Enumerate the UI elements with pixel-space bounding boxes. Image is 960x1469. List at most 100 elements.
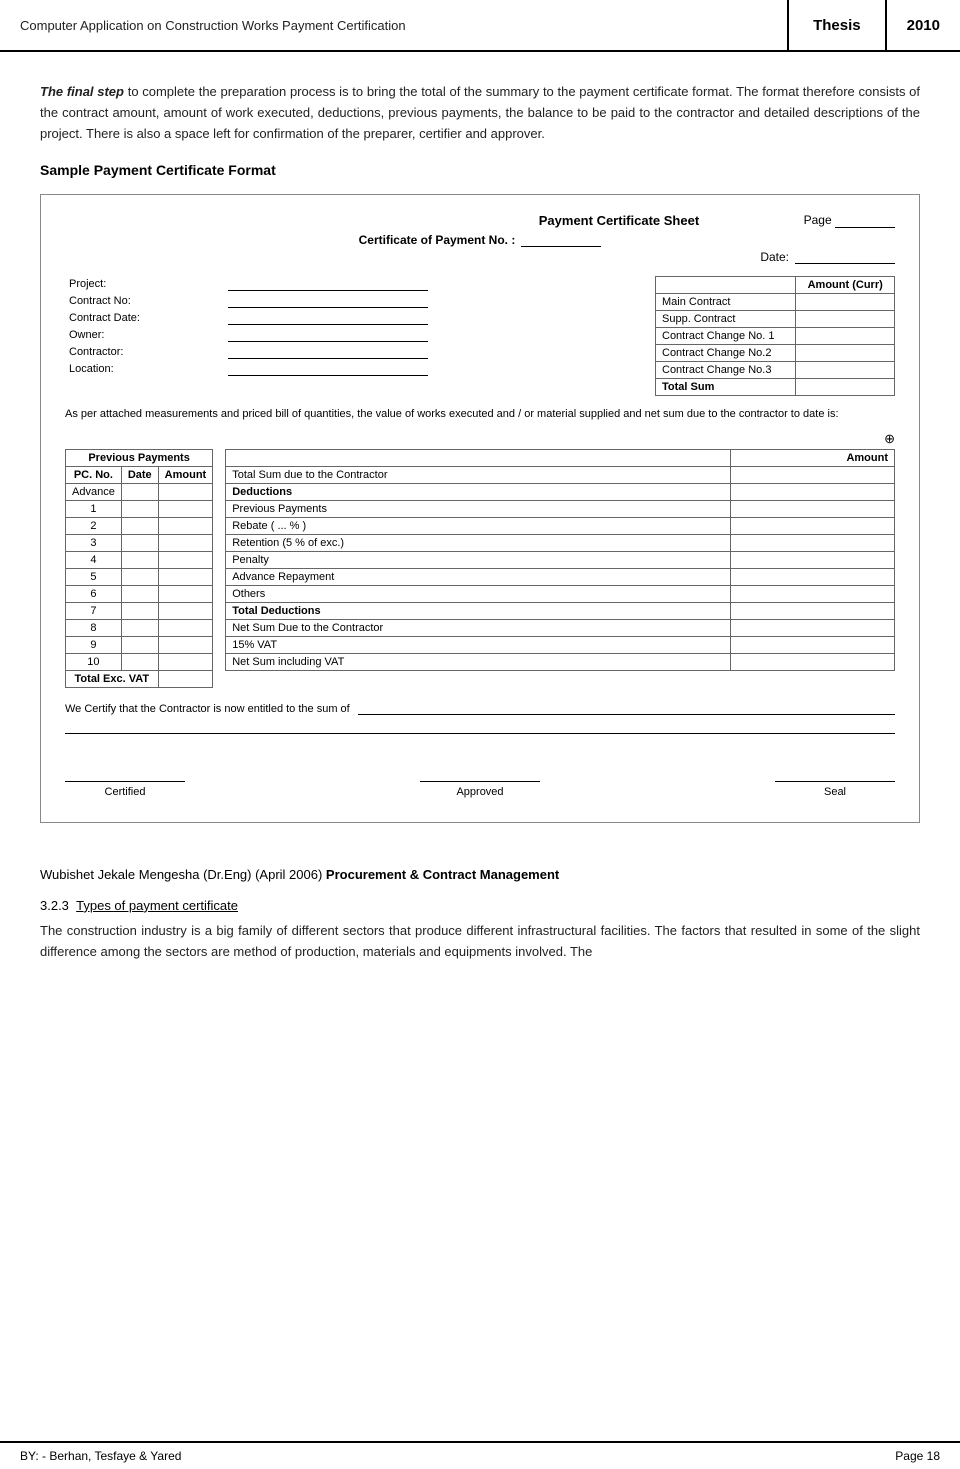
right-summary-table: Amount Total Sum due to the Contractor D…	[225, 449, 895, 671]
field-label-contractor: Contractor:	[65, 344, 224, 361]
cert-certify: We Certify that the Contractor is now en…	[65, 702, 895, 715]
cert-right-table: Amount Total Sum due to the Contractor D…	[225, 449, 895, 688]
row-10: 10	[66, 653, 213, 670]
cert-date-row: Date:	[65, 249, 895, 264]
total-sum-row: Total Sum	[656, 379, 895, 396]
cert-info-row: Project: Contract No: Contract Date: Own…	[65, 276, 895, 396]
field-label-contractno: Contract No:	[65, 293, 224, 310]
certified-label: Certified	[105, 786, 146, 798]
advance-repayment-row: Advance Repayment	[226, 568, 895, 585]
contract-no-row: Contract No:	[65, 293, 643, 310]
row-6: 6	[66, 585, 213, 602]
approved-label: Approved	[456, 786, 503, 798]
right-amount-header: Amount	[731, 449, 895, 466]
header-title: Computer Application on Construction Wor…	[0, 0, 787, 50]
amounts-header: Amount (Curr)	[796, 277, 895, 294]
prev-payments-section-header: Previous Payments	[66, 449, 213, 466]
para-1-rest: to complete the preparation process is t…	[40, 84, 920, 141]
sig-seal: Seal	[775, 762, 895, 798]
author-line: Wubishet Jekale Mengesha (Dr.Eng) (April…	[40, 867, 920, 882]
cert-seal-line	[775, 762, 895, 782]
deductions-header-row: Deductions	[226, 483, 895, 500]
thesis-label: Thesis	[813, 17, 861, 34]
subsection-heading: 3.2.3 Types of payment certificate	[40, 898, 920, 913]
row-7: 7	[66, 602, 213, 619]
section-heading: Sample Payment Certificate Format	[40, 162, 920, 178]
cert-payment-no-row: Certificate of Payment No. :	[65, 232, 895, 247]
header-year: 2010	[887, 0, 960, 50]
page-header: Computer Application on Construction Wor…	[0, 0, 960, 52]
page-footer: BY: - Berhan, Tesfaye & Yared Page 18	[0, 1441, 960, 1469]
cert-project-info: Project: Contract No: Contract Date: Own…	[65, 276, 643, 396]
change-2-row: Contract Change No.2	[656, 345, 895, 362]
para-bottom: The construction industry is a big famil…	[40, 921, 920, 963]
change-1-row: Contract Change No. 1	[656, 328, 895, 345]
certificate-box: Payment Certificate Sheet Page Certifica…	[40, 194, 920, 823]
location-row: Location:	[65, 361, 643, 378]
sig-approved: Approved	[420, 762, 540, 798]
cert-measurement-text: As per attached measurements and priced …	[65, 406, 895, 423]
vat-row: 15% VAT	[226, 636, 895, 653]
cert-amounts-wrap: Amount (Curr) Main Contract Supp. Contra…	[643, 276, 895, 396]
sig-certified: Certified	[65, 762, 185, 798]
right-label-header	[226, 449, 731, 466]
net-sum-due-row: Net Sum Due to the Contractor	[226, 619, 895, 636]
footer-author: BY: - Berhan, Tesfaye & Yared	[20, 1449, 181, 1463]
right-header-row: Amount	[226, 449, 895, 466]
row-4: 4	[66, 551, 213, 568]
year-label: 2010	[907, 17, 940, 34]
change-3-row: Contract Change No.3	[656, 362, 895, 379]
cert-main-table-wrap: Previous Payments PC. No. Date Amount Ad…	[65, 449, 895, 688]
amounts-header-row: Amount (Curr)	[656, 277, 895, 294]
net-sum-vat-row: Net Sum including VAT	[226, 653, 895, 670]
col-date: Date	[121, 466, 158, 483]
cert-amounts-table: Amount (Curr) Main Contract Supp. Contra…	[655, 276, 895, 396]
cert-prev-payments: Previous Payments PC. No. Date Amount Ad…	[65, 449, 213, 688]
col-amount: Amount	[158, 466, 213, 483]
paragraph-1: The final step to complete the preparati…	[40, 82, 920, 144]
cert-header-row: Payment Certificate Sheet Page	[65, 213, 895, 228]
cert-certify-line	[358, 702, 895, 715]
bottom-section: Wubishet Jekale Mengesha (Dr.Eng) (April…	[0, 867, 960, 1035]
cert-subtitle: Certificate of Payment No. :	[359, 233, 516, 247]
prev-payments-deduct-row: Previous Payments	[226, 500, 895, 517]
cert-title: Payment Certificate Sheet	[434, 213, 803, 228]
field-label-contractdate: Contract Date:	[65, 310, 224, 327]
bold-part: Procurement & Contract Management	[326, 867, 559, 882]
contract-date-row: Contract Date:	[65, 310, 643, 327]
row-5: 5	[66, 568, 213, 585]
seal-label: Seal	[824, 786, 846, 798]
plus-icon: ⊕	[65, 431, 895, 447]
cert-signature-row: Certified Approved Seal	[65, 762, 895, 798]
cert-date-line	[795, 249, 895, 264]
row-9: 9	[66, 636, 213, 653]
row-3: 3	[66, 534, 213, 551]
main-contract-row: Main Contract	[656, 294, 895, 311]
field-label-project: Project:	[65, 276, 224, 293]
total-sum-due-row: Total Sum due to the Contractor	[226, 466, 895, 483]
header-thesis: Thesis	[787, 0, 887, 50]
prev-payments-table: Previous Payments PC. No. Date Amount Ad…	[65, 449, 213, 688]
advance-row: Advance	[66, 483, 213, 500]
page-line	[835, 213, 895, 228]
amounts-label-header	[656, 277, 796, 294]
row-1: 1	[66, 500, 213, 517]
cert-certified-line	[65, 762, 185, 782]
date-label: Date:	[760, 250, 789, 264]
supp-contract-row: Supp. Contract	[656, 311, 895, 328]
cert-page: Page	[804, 213, 895, 228]
cert-approved-line	[420, 762, 540, 782]
prev-payments-header-row: PC. No. Date Amount	[66, 466, 213, 483]
cert-payment-no-line	[521, 232, 601, 247]
subsection-underline: Types of payment certificate	[76, 898, 238, 913]
certify-underline	[65, 721, 895, 734]
contractor-row: Contractor:	[65, 344, 643, 361]
others-row: Others	[226, 585, 895, 602]
retention-row: Retention (5 % of exc.)	[226, 534, 895, 551]
page-label: Page	[804, 213, 832, 227]
field-label-owner: Owner:	[65, 327, 224, 344]
field-label-location: Location:	[65, 361, 224, 378]
owner-row: Owner:	[65, 327, 643, 344]
row-8: 8	[66, 619, 213, 636]
project-row: Project:	[65, 276, 643, 293]
